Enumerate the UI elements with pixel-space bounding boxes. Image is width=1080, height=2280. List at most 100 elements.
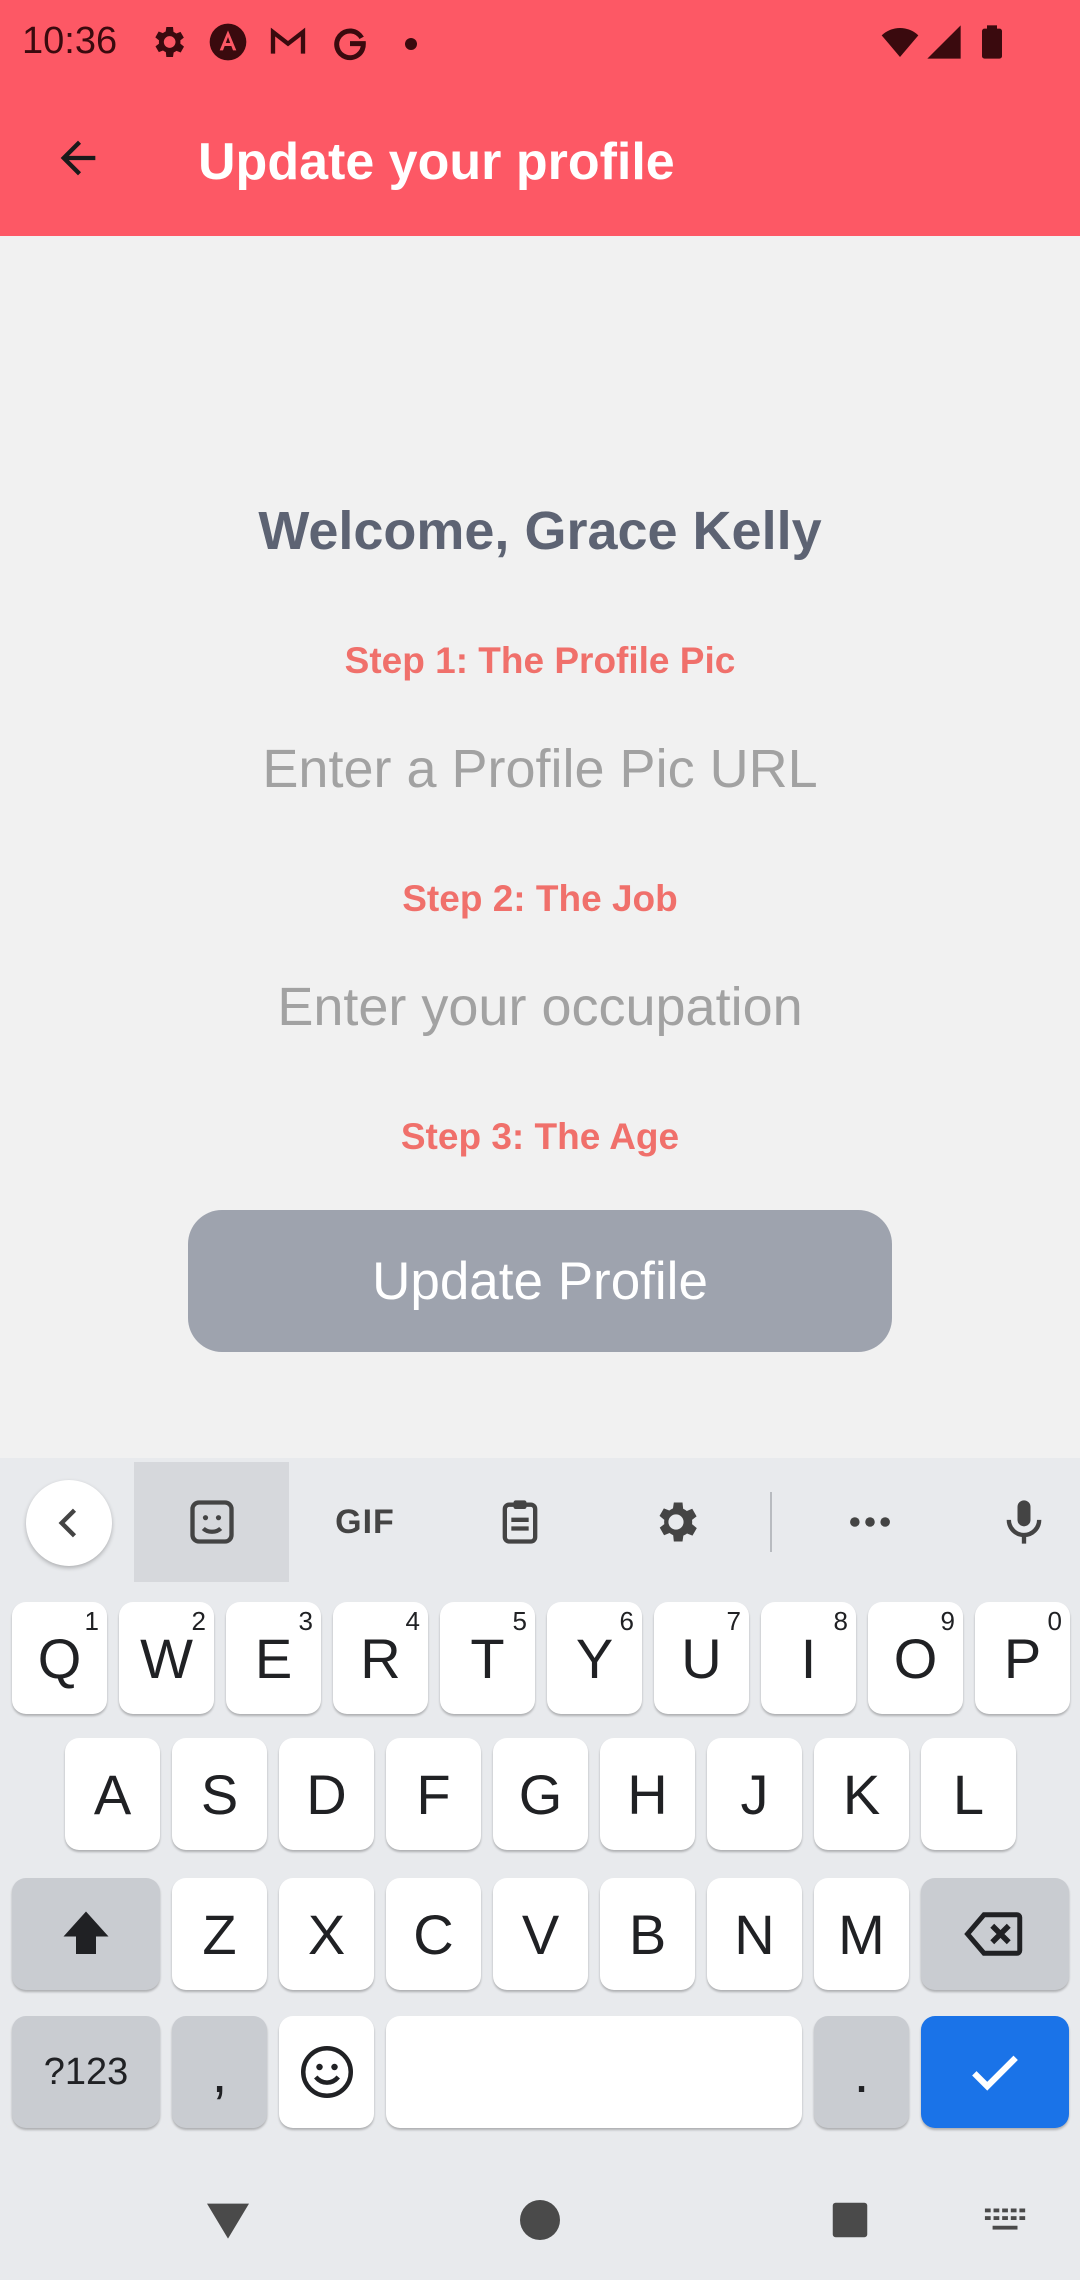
update-profile-button[interactable]: Update Profile xyxy=(188,1210,892,1352)
voice-input-button[interactable] xyxy=(974,1462,1074,1582)
more-button[interactable] xyxy=(820,1462,920,1582)
key-u[interactable]: U7 xyxy=(654,1602,749,1714)
signal-icon xyxy=(924,22,964,62)
key-label: R xyxy=(360,1626,401,1690)
profile-pic-url-input[interactable] xyxy=(140,724,940,814)
back-triangle-icon xyxy=(207,2203,249,2239)
key-label: P xyxy=(1003,1626,1042,1690)
key-label: O xyxy=(893,1626,938,1690)
key-label: T xyxy=(470,1626,505,1690)
key-i[interactable]: I8 xyxy=(761,1602,856,1714)
toolbar-divider xyxy=(770,1492,772,1552)
key-hint: 6 xyxy=(619,1606,634,1636)
toolbar-collapse-button[interactable] xyxy=(26,1480,112,1566)
soft-keyboard: GIF Q1 W2 E3 R4 T5 Y6 U7 I8 O9 P0 A S D … xyxy=(0,1458,1080,2280)
emoji-icon xyxy=(300,2046,353,2098)
shift-key[interactable] xyxy=(12,1878,160,1990)
period-key[interactable]: . xyxy=(814,2016,909,2128)
checkmark-icon xyxy=(972,2055,1018,2091)
settings-icon xyxy=(148,22,188,62)
google-icon xyxy=(330,22,370,62)
backspace-icon xyxy=(964,1912,1023,1956)
key-label: I xyxy=(800,1626,817,1690)
key-hint: 8 xyxy=(833,1606,848,1636)
gif-button[interactable]: GIF xyxy=(310,1462,420,1582)
status-time: 10:36 xyxy=(22,20,118,62)
emoji-key[interactable] xyxy=(279,2016,374,2128)
key-m[interactable]: M xyxy=(814,1878,909,1990)
backspace-key[interactable] xyxy=(921,1878,1069,1990)
key-o[interactable]: O9 xyxy=(868,1602,963,1714)
step3-label: Step 3: The Age xyxy=(400,1116,680,1157)
gmail-icon xyxy=(268,22,308,62)
occupation-input[interactable] xyxy=(140,962,940,1052)
key-k[interactable]: K xyxy=(814,1738,909,1850)
key-label: E xyxy=(254,1626,293,1690)
key-w[interactable]: W2 xyxy=(119,1602,214,1714)
system-nav-bar xyxy=(0,2160,1080,2280)
profile-form: Welcome, Grace Kelly Step 1: The Profile… xyxy=(0,236,1080,1458)
chevron-left-icon xyxy=(58,1508,77,1538)
key-label: W xyxy=(140,1626,193,1690)
keyboard-switch-button[interactable] xyxy=(966,2180,1046,2260)
shift-icon xyxy=(63,1911,109,1954)
key-j[interactable]: J xyxy=(707,1738,802,1850)
nav-recents-button[interactable] xyxy=(810,2180,890,2260)
gif-label: GIF xyxy=(335,1502,395,1541)
key-a[interactable]: A xyxy=(65,1738,160,1850)
keyboard-settings-button[interactable] xyxy=(626,1462,726,1582)
key-label: U xyxy=(681,1626,722,1690)
key-h[interactable]: H xyxy=(600,1738,695,1850)
status-bar: 10:36 xyxy=(0,0,1080,84)
key-hint: 0 xyxy=(1047,1606,1062,1636)
key-l[interactable]: L xyxy=(921,1738,1016,1850)
key-g[interactable]: G xyxy=(493,1738,588,1850)
key-y[interactable]: Y6 xyxy=(547,1602,642,1714)
key-hint: 3 xyxy=(298,1606,313,1636)
nav-back-button[interactable] xyxy=(188,2180,268,2260)
key-q[interactable]: Q1 xyxy=(12,1602,107,1714)
key-hint: 7 xyxy=(726,1606,741,1636)
key-label: Q xyxy=(37,1626,82,1690)
nav-home-button[interactable] xyxy=(500,2180,580,2260)
sticker-icon xyxy=(189,1500,234,1544)
key-hint: 4 xyxy=(405,1606,420,1636)
comma-key[interactable]: , xyxy=(172,2016,267,2128)
key-t[interactable]: T5 xyxy=(440,1602,535,1714)
step1-label: Step 1: The Profile Pic xyxy=(344,640,736,681)
key-p[interactable]: P0 xyxy=(975,1602,1070,1714)
key-x[interactable]: X xyxy=(279,1878,374,1990)
key-label: Y xyxy=(575,1626,614,1690)
key-z[interactable]: Z xyxy=(172,1878,267,1990)
space-key[interactable] xyxy=(386,2016,802,2128)
more-horiz-icon xyxy=(850,1517,890,1527)
keyboard-toolbar: GIF xyxy=(0,1458,1080,1584)
keyboard-switch-icon xyxy=(984,2208,1026,2230)
angular-icon xyxy=(208,22,248,62)
back-button[interactable] xyxy=(40,120,116,196)
key-e[interactable]: E3 xyxy=(226,1602,321,1714)
key-d[interactable]: D xyxy=(279,1738,374,1850)
clipboard-icon xyxy=(502,1500,538,1544)
key-hint: 5 xyxy=(512,1606,527,1636)
key-c[interactable]: C xyxy=(386,1878,481,1990)
key-f[interactable]: F xyxy=(386,1738,481,1850)
step2-label: Step 2: The Job xyxy=(402,878,678,919)
key-v[interactable]: V xyxy=(493,1878,588,1990)
welcome-heading: Welcome, Grace Kelly xyxy=(258,501,822,561)
key-b[interactable]: B xyxy=(600,1878,695,1990)
enter-key[interactable] xyxy=(921,2016,1069,2128)
more-dot-icon xyxy=(405,38,417,50)
clipboard-button[interactable] xyxy=(470,1462,570,1582)
battery-icon xyxy=(972,22,1012,62)
key-hint: 1 xyxy=(84,1606,99,1636)
key-r[interactable]: R4 xyxy=(333,1602,428,1714)
sticker-button[interactable] xyxy=(134,1462,289,1582)
key-s[interactable]: S xyxy=(172,1738,267,1850)
arrow-back-icon xyxy=(60,140,96,176)
symbols-key[interactable]: ?123 xyxy=(12,2016,160,2128)
gear-icon xyxy=(659,1502,697,1542)
key-n[interactable]: N xyxy=(707,1878,802,1990)
recents-square-icon xyxy=(832,2202,868,2238)
mic-icon xyxy=(1006,1500,1042,1544)
